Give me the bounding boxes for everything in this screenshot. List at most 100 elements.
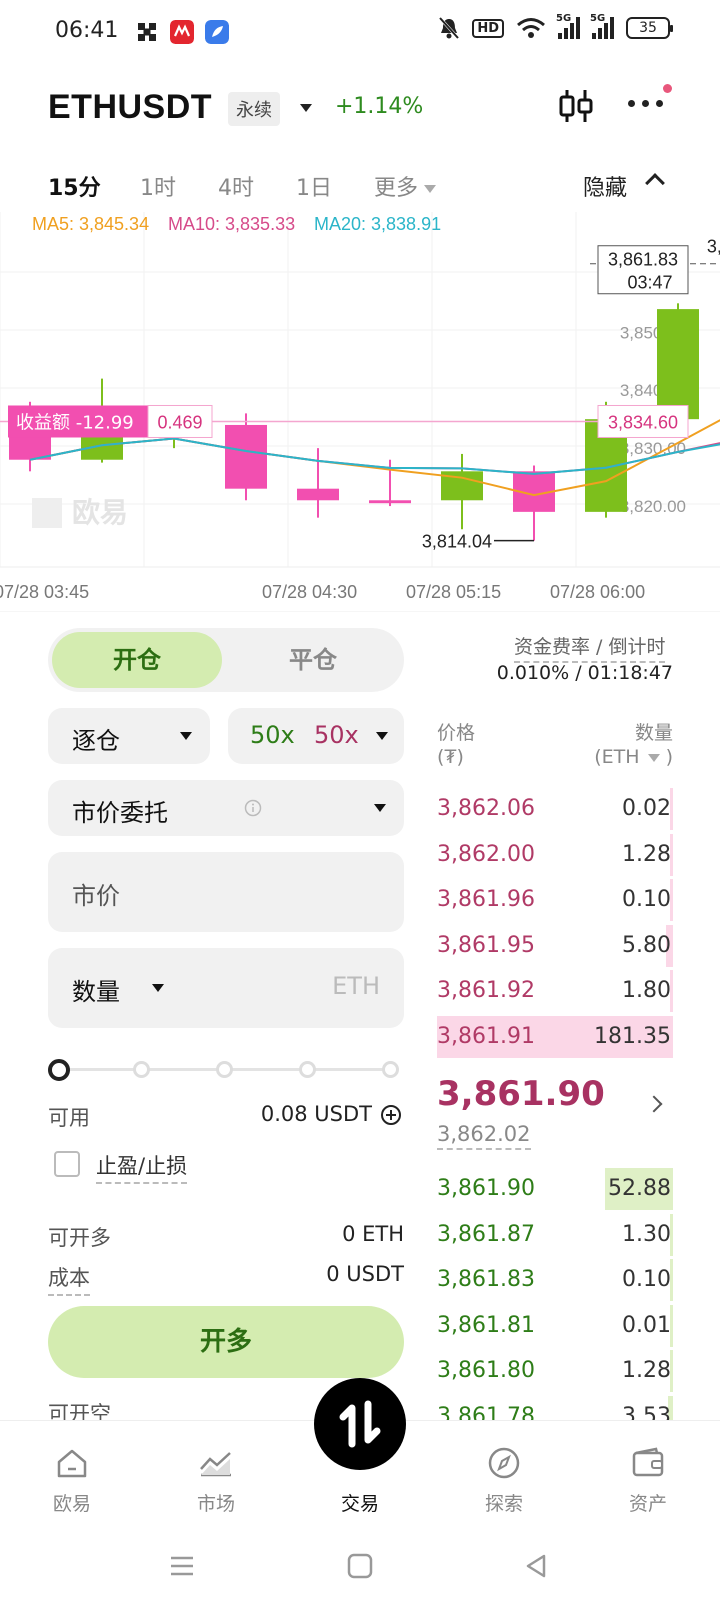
tab-open-position[interactable]: 开仓: [52, 632, 222, 688]
tab-1h[interactable]: 1时: [140, 170, 176, 202]
quantity-unit: ETH: [332, 972, 380, 1000]
slider-stop-50[interactable]: [216, 1061, 233, 1078]
max-long-value: 0 ETH: [342, 1222, 404, 1246]
wifi-icon: [517, 18, 545, 38]
ask-price: 3,862.00: [437, 841, 535, 867]
status-bar: 06:41 HD 5G 5G 35: [0, 0, 720, 66]
bid-price: 3,861.83: [437, 1267, 535, 1292]
bid-qty: 1.30: [622, 1221, 671, 1247]
ask-qty: 1.80: [622, 978, 671, 1003]
chevron-up-icon[interactable]: [645, 173, 665, 193]
battery-icon: 35: [626, 17, 673, 39]
tpsl-checkbox[interactable]: [54, 1151, 80, 1177]
chevron-down-icon: [374, 804, 386, 812]
candle-body: [657, 309, 699, 420]
candle-body: [369, 500, 411, 504]
wallet-icon: [632, 1447, 664, 1477]
watermark-logo: [32, 498, 62, 528]
slider-stop-100[interactable]: [382, 1061, 399, 1078]
cost-label[interactable]: 成本: [48, 1262, 90, 1296]
open-long-button[interactable]: 开多: [48, 1306, 404, 1378]
tab-1d[interactable]: 1日: [296, 170, 332, 202]
funding-rate-label[interactable]: 资金费率 / 倒计时: [514, 632, 666, 663]
order-type-select[interactable]: 市价委托: [48, 780, 404, 836]
ask-qty: 0.02: [622, 796, 671, 821]
bid-row[interactable]: 3,861.87 1.30: [437, 1213, 673, 1256]
available-value: 0.08 USDT: [260, 1102, 372, 1126]
mark-price[interactable]: 3,862.02: [437, 1122, 531, 1150]
system-nav-bar: [0, 1528, 720, 1612]
ask-row[interactable]: 3,861.96 0.10: [437, 879, 673, 921]
max-short-label: 可开空: [48, 1402, 111, 1420]
kline-chart[interactable]: 欧易3,850.003,840.003,830.003,820.0007/28 …: [0, 212, 720, 612]
tab-15m[interactable]: 15分: [48, 170, 101, 202]
high-label: 3,864.96: [707, 237, 720, 257]
info-icon[interactable]: [244, 799, 262, 817]
pair-dropdown-icon[interactable]: [300, 104, 312, 112]
quantity-input[interactable]: 数量 ETH: [48, 948, 404, 1028]
price-change: +1.14%: [335, 94, 424, 119]
nav-home-label: 欧易: [52, 1493, 91, 1515]
app-x-icon: [138, 23, 156, 41]
swap-arrows-icon: [339, 1400, 381, 1448]
hide-chart-button[interactable]: 隐藏: [583, 170, 627, 202]
tab-more-caret-icon: [424, 185, 437, 193]
available-label: 可用: [48, 1106, 90, 1130]
ma-legend-ma5: MA5: 3,845.34: [32, 214, 149, 234]
mute-bell-icon: [439, 16, 460, 40]
bid-price: 3,861.81: [437, 1312, 535, 1338]
slider-stop-25[interactable]: [133, 1061, 150, 1078]
ask-row[interactable]: 3,861.92 1.80: [437, 970, 673, 1012]
leverage-select[interactable]: 50x 50x: [228, 708, 404, 764]
bid-row[interactable]: 3,861.90 52.88: [437, 1168, 673, 1210]
chevron-down-icon: [180, 732, 192, 740]
home-square-icon[interactable]: [346, 1552, 374, 1580]
ask-row[interactable]: 3,861.91 181.35: [437, 1015, 673, 1058]
quantity-slider[interactable]: [48, 1056, 404, 1084]
app-blue-icon: [205, 20, 229, 44]
col-qty-unit-select[interactable]: (ETH ): [560, 746, 673, 768]
back-icon[interactable]: [522, 1552, 550, 1580]
status-time: 06:41: [55, 18, 119, 43]
ask-row[interactable]: 3,862.06 0.02: [437, 788, 673, 830]
col-qty-unit: (ETH: [594, 746, 640, 768]
tab-4h[interactable]: 4时: [218, 170, 254, 202]
y-tick-label: 3,820.00: [620, 497, 686, 516]
ask-qty: 5.80: [622, 932, 671, 958]
col-price-unit: (₮): [437, 746, 464, 768]
price-input[interactable]: 市价: [48, 852, 404, 932]
position-price: 3,834.60: [608, 412, 678, 432]
tab-more[interactable]: 更多: [374, 170, 437, 202]
x-tick-label: 07/28 04:30: [262, 582, 357, 602]
ask-row[interactable]: 3,862.00 1.28: [437, 833, 673, 876]
bid-row[interactable]: 3,861.80 1.28: [437, 1350, 673, 1392]
tab-more-label: 更多: [374, 176, 419, 201]
candle-body: [297, 488, 339, 501]
compass-icon: [488, 1447, 520, 1479]
menu-icon[interactable]: [168, 1552, 196, 1580]
pair-title[interactable]: ETHUSDT: [48, 88, 212, 127]
ask-qty: 1.28: [622, 841, 671, 867]
bid-row[interactable]: 3,861.81 0.01: [437, 1304, 673, 1347]
margin-mode-select[interactable]: 逐仓: [48, 708, 210, 764]
ma-legend-ma20: MA20: 3,838.91: [314, 214, 441, 234]
more-options-icon[interactable]: [628, 100, 663, 107]
bid-qty: 1.28: [622, 1358, 671, 1383]
chevron-right-icon[interactable]: [645, 1095, 663, 1113]
chevron-down-icon[interactable]: [152, 984, 164, 992]
countdown-value: 03:47: [627, 273, 672, 293]
status-icons: HD 5G 5G 35: [438, 13, 673, 40]
candlestick-chart-icon[interactable]: [556, 86, 596, 126]
slider-stop-75[interactable]: [299, 1061, 316, 1078]
low-label: 3,814.04: [422, 532, 492, 552]
tpsl-label[interactable]: 止盈/止损: [96, 1150, 188, 1184]
ask-row[interactable]: 3,861.95 5.80: [437, 924, 673, 967]
trade-fab-button[interactable]: [314, 1378, 406, 1470]
add-funds-icon[interactable]: [380, 1104, 402, 1126]
ask-price: 3,861.96: [437, 887, 535, 912]
bid-row[interactable]: 3,861.83 0.10: [437, 1259, 673, 1301]
candle-body: [225, 424, 267, 489]
tab-close-position[interactable]: 平仓: [228, 632, 398, 688]
slider-stop-0[interactable]: [48, 1059, 70, 1081]
col-price-label: 价格: [437, 722, 476, 744]
